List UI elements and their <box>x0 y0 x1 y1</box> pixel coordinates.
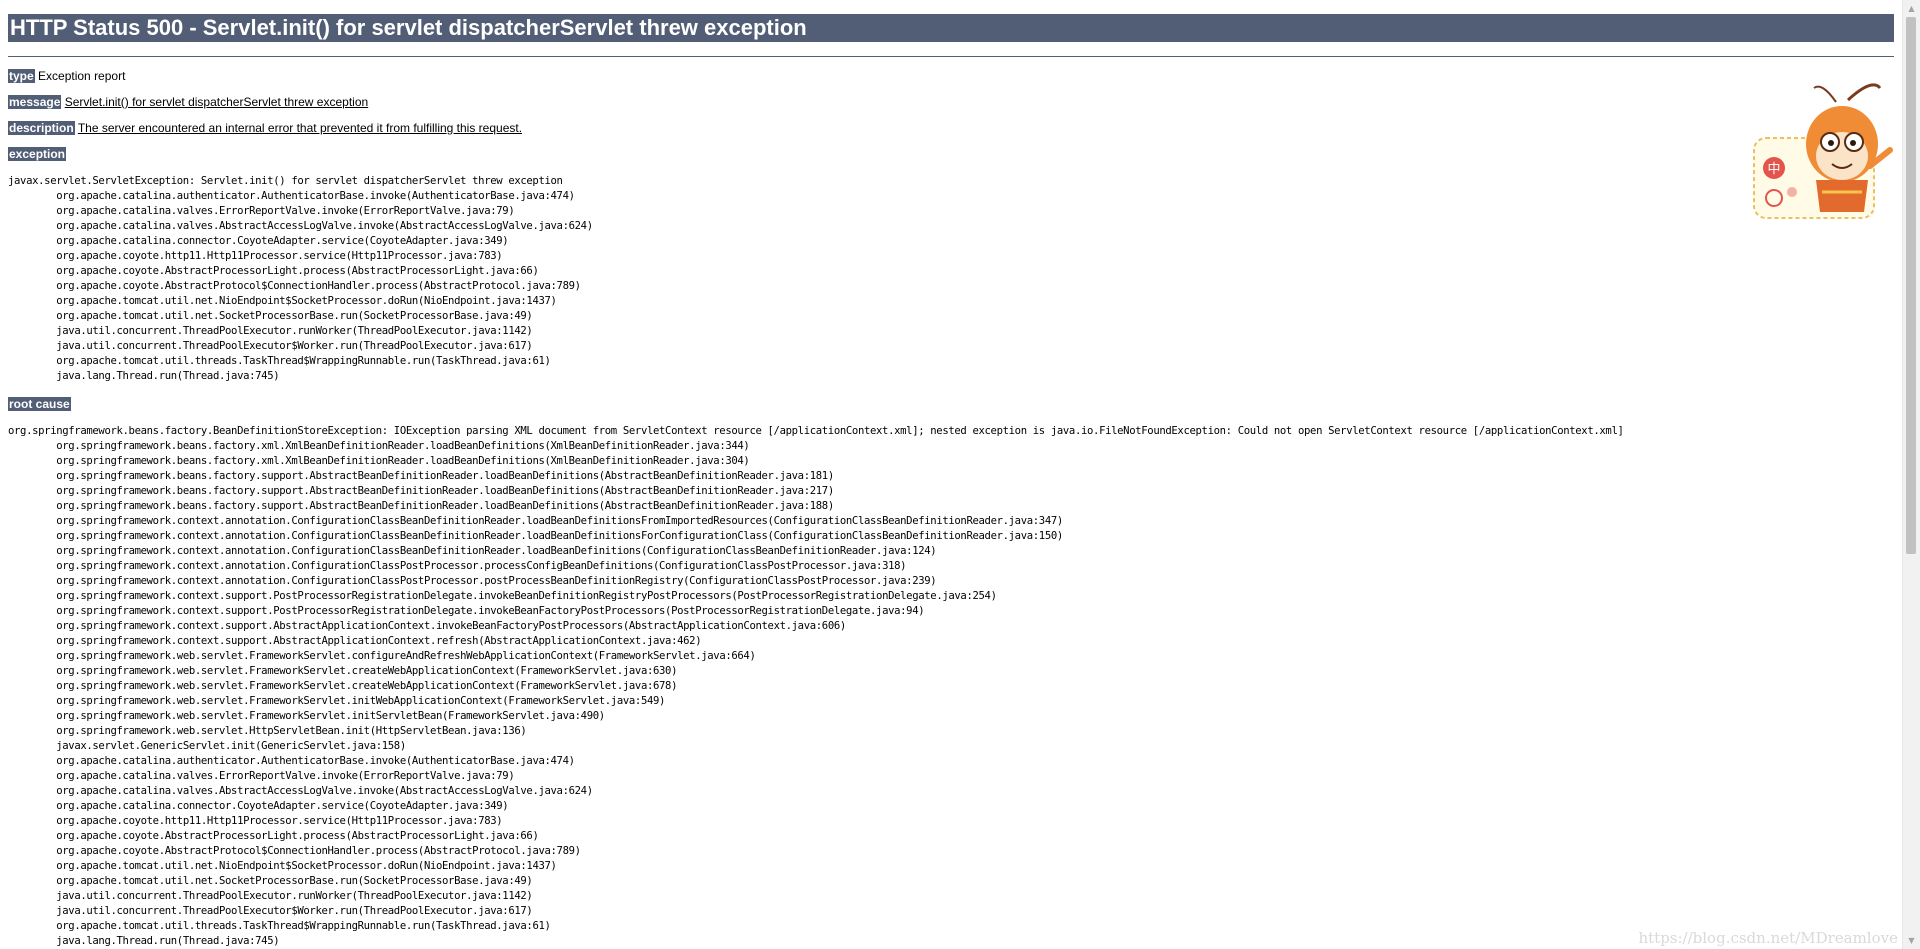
type-label: type <box>8 69 35 83</box>
root-cause-stack-trace: org.springframework.beans.factory.BeanDe… <box>8 425 1624 947</box>
type-value: Exception report <box>38 69 126 83</box>
message-row: message Servlet.init() for servlet dispa… <box>8 95 1894 110</box>
exception-stack-trace: javax.servlet.ServletException: Servlet.… <box>8 175 593 382</box>
type-row: type Exception report <box>8 69 1894 84</box>
page-title: HTTP Status 500 - Servlet.init() for ser… <box>8 14 1894 42</box>
description-value: The server encountered an internal error… <box>77 121 523 135</box>
description-row: description The server encountered an in… <box>8 121 1894 136</box>
exception-row: exception <box>8 147 1894 162</box>
svg-text:中: 中 <box>1767 162 1780 177</box>
scroll-down-arrow-icon[interactable]: ▼ <box>1903 932 1920 949</box>
scroll-up-arrow-icon[interactable]: ▲ <box>1903 0 1920 17</box>
description-label: description <box>8 121 75 135</box>
root-cause-label: root cause <box>8 397 71 411</box>
cartoon-monkey-mascot-icon[interactable]: 中 <box>1752 80 1898 222</box>
vertical-scrollbar[interactable]: ▲ ▼ <box>1902 0 1920 949</box>
divider <box>8 56 1894 57</box>
exception-label: exception <box>8 147 67 161</box>
scroll-thumb[interactable] <box>1906 17 1916 554</box>
watermark: https://blog.csdn.net/MDreamlove <box>1638 929 1898 947</box>
error-page: HTTP Status 500 - Servlet.init() for ser… <box>8 14 1894 949</box>
message-value: Servlet.init() for servlet dispatcherSer… <box>64 95 369 109</box>
message-label: message <box>8 95 62 109</box>
root-cause-row: root cause <box>8 397 1894 412</box>
